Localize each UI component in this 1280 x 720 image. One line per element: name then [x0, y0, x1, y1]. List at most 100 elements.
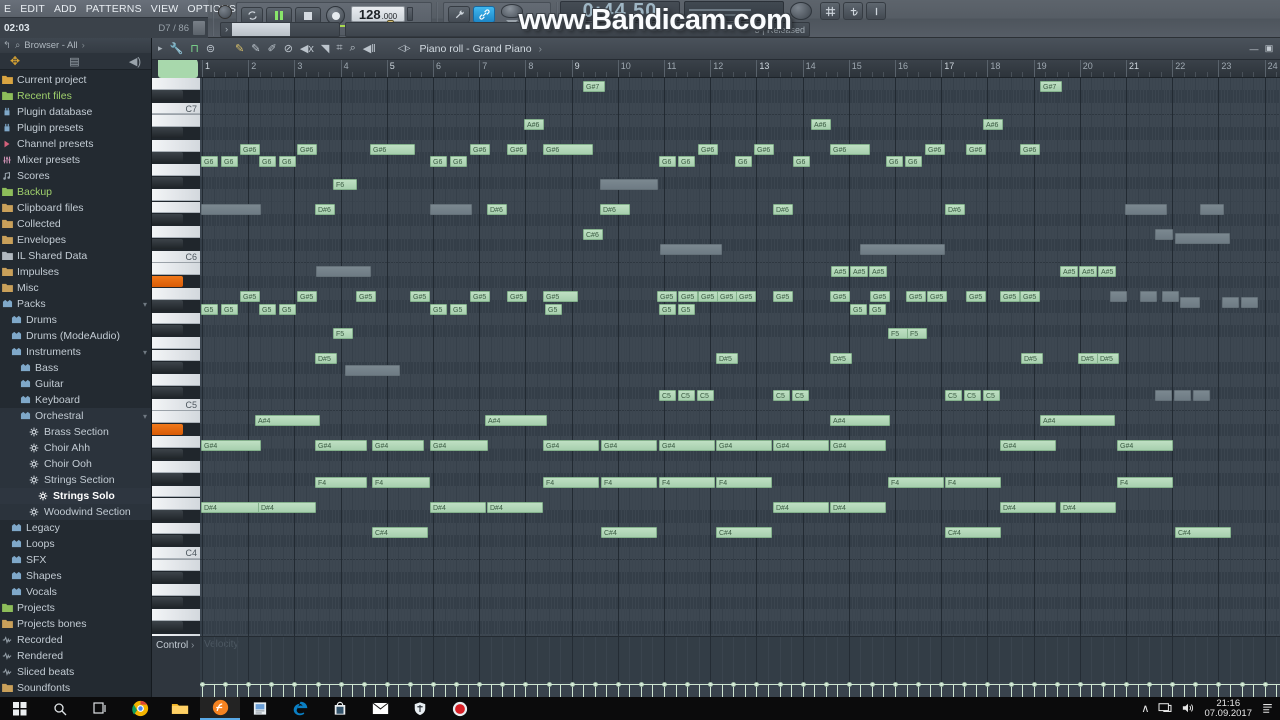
piano-roll-note[interactable]: G#6 — [966, 144, 986, 155]
piano-roll-note[interactable]: G#6 — [754, 144, 774, 155]
piano-roll-note[interactable]: G#6 — [297, 144, 317, 155]
piano-roll-note[interactable]: A#5 — [831, 266, 849, 277]
loop-marker-flag[interactable] — [158, 60, 198, 78]
piano-key-D4[interactable] — [152, 522, 200, 535]
piano-roll-note[interactable]: G5 — [450, 304, 467, 315]
menu-item-add[interactable]: ADD — [54, 3, 77, 15]
bar-ruler[interactable]: 1234567891011121314151617181920212223242… — [200, 60, 1280, 78]
browser-item-rendered[interactable]: Rendered — [0, 648, 151, 664]
piano-key-Gsharp5[interactable] — [152, 300, 183, 312]
piano-roll-note[interactable]: G#4 — [430, 440, 488, 451]
snap-grid-button[interactable] — [820, 2, 840, 20]
edge-icon[interactable] — [280, 697, 320, 720]
piano-roll-note[interactable]: A#6 — [524, 119, 544, 130]
piano-key-Csharp6[interactable] — [152, 238, 183, 250]
piano-key-Dsharp5[interactable] — [152, 362, 183, 373]
select-icon[interactable]: ⌗ — [336, 42, 342, 55]
browser-item-choir-ahh[interactable]: Choir Ahh — [0, 440, 151, 456]
piano-roll-note[interactable]: A#5 — [1060, 266, 1078, 277]
browser-item-projects-bones[interactable]: Projects bones — [0, 616, 151, 632]
browser-item-recorded[interactable]: Recorded — [0, 632, 151, 648]
browser-item-channel-presets[interactable]: Channel presets — [0, 136, 151, 152]
browser-item-vocals[interactable]: Vocals — [0, 584, 151, 600]
master-pitch-knob[interactable] — [218, 5, 232, 19]
tray-chevron-icon[interactable]: ∧ — [1141, 702, 1149, 715]
target-icon[interactable]: ⊜ — [206, 42, 215, 55]
piano-key-B5[interactable] — [152, 263, 200, 275]
piano-roll-note[interactable]: G#6 — [507, 144, 527, 155]
piano-key-A5[interactable] — [152, 287, 200, 300]
piano-roll-note[interactable]: G#4 — [543, 440, 599, 451]
piano-roll-note[interactable]: C#4 — [372, 527, 428, 538]
browser-item-keyboard[interactable]: Keyboard — [0, 392, 151, 408]
browser-item-misc[interactable]: Misc — [0, 280, 151, 296]
slice-icon[interactable]: ◥ — [321, 42, 329, 55]
piano-roll-note[interactable]: D#6 — [600, 204, 630, 215]
piano-roll-note[interactable]: A#6 — [983, 119, 1003, 130]
piano-roll-note[interactable]: G#4 — [201, 440, 261, 451]
piano-roll-note[interactable]: G6 — [735, 156, 752, 167]
piano-roll-title-chevron[interactable]: › — [539, 43, 543, 55]
piano-roll-note[interactable]: A#4 — [830, 415, 890, 426]
browser-item-orchestral[interactable]: Orchestral ▾ — [0, 408, 151, 424]
song-position-bar[interactable]: 5 | Released — [345, 22, 810, 37]
piano-key-D6[interactable] — [152, 226, 200, 238]
piano-roll-note[interactable]: C5 — [964, 390, 981, 401]
browser-item-guitar[interactable]: Guitar — [0, 376, 151, 392]
piano-key-E6[interactable] — [152, 201, 200, 214]
piano-key-Gsharp6[interactable] — [152, 152, 183, 164]
piano-roll-note[interactable]: G#4 — [1117, 440, 1173, 451]
playback-icon[interactable]: ◀‖ — [363, 42, 376, 55]
piano-roll-note[interactable]: D#4 — [1000, 502, 1056, 513]
piano-key-B6[interactable] — [152, 115, 200, 127]
piano-key-Dsharp6[interactable] — [152, 213, 183, 225]
piano-roll-note[interactable]: A#5 — [1079, 266, 1097, 277]
piano-roll-note[interactable]: G#5 — [657, 291, 677, 302]
mute-icon[interactable]: ◀x — [300, 42, 314, 55]
piano-roll-note[interactable]: D#6 — [315, 204, 335, 215]
piano-roll-note[interactable]: G#5 — [717, 291, 737, 302]
start-button[interactable] — [0, 697, 40, 720]
piano-key-B4[interactable] — [152, 411, 200, 424]
pattern-selector[interactable]: › — [220, 22, 340, 37]
piano-roll-note[interactable]: D#6 — [773, 204, 793, 215]
piano-keyboard[interactable]: C7 C6 C5 C4 — [152, 78, 200, 636]
browser-item-soundfonts[interactable]: Soundfonts — [0, 680, 151, 695]
piano-roll-note[interactable]: F5 — [907, 328, 927, 339]
piano-roll-note[interactable]: G#4 — [1000, 440, 1056, 451]
notification-icon[interactable] — [1261, 702, 1274, 716]
piano-roll-note[interactable]: G#5 — [927, 291, 947, 302]
browser-item-shapes[interactable]: Shapes — [0, 568, 151, 584]
browser-tree[interactable]: Current project Recent files Plugin databa… — [0, 70, 151, 695]
piano-roll-note[interactable]: G#5 — [1020, 291, 1040, 302]
piano-roll-note[interactable]: G5 — [221, 304, 238, 315]
back-arrow-icon[interactable]: ↰ — [3, 40, 11, 51]
piano-roll-note[interactable]: A#4 — [255, 415, 320, 426]
piano-roll-note[interactable]: G#5 — [736, 291, 756, 302]
browser-item-sfx[interactable]: SFX — [0, 552, 151, 568]
piano-roll-note[interactable]: G6 — [259, 156, 276, 167]
search-icon[interactable] — [40, 697, 80, 720]
piano-roll-note[interactable]: G#5 — [543, 291, 578, 302]
speaker-icon[interactable]: ◀) — [129, 55, 141, 68]
paint-multi-icon[interactable]: ✐ — [267, 42, 276, 55]
browser-item-clipboard-files[interactable]: Clipboard files — [0, 200, 151, 216]
piano-key-Gsharp3[interactable] — [152, 596, 183, 608]
piano-roll-note[interactable]: D#4 — [830, 502, 886, 513]
browser-item-il-shared-data[interactable]: IL Shared Data — [0, 248, 151, 264]
extra-tool-button[interactable] — [866, 2, 886, 20]
piano-key-G3[interactable] — [152, 609, 200, 621]
master-pitch-dial[interactable] — [790, 2, 812, 20]
chevron-down-icon[interactable]: ▾ — [143, 300, 147, 309]
menu-item-edit[interactable]: EDIT — [20, 3, 45, 15]
pattern-mode-button[interactable] — [843, 2, 863, 20]
piano-roll-note[interactable]: G#4 — [601, 440, 657, 451]
piano-roll-note[interactable]: F4 — [888, 477, 944, 488]
piano-roll-note[interactable]: G#5 — [966, 291, 986, 302]
piano-key-A6[interactable] — [152, 139, 200, 152]
piano-roll-note[interactable]: D#4 — [487, 502, 543, 513]
piano-roll-note[interactable]: G#5 — [356, 291, 376, 302]
piano-roll-note[interactable]: D#5 — [716, 353, 738, 364]
piano-roll-note[interactable]: D#4 — [773, 502, 829, 513]
piano-roll-note[interactable]: G#5 — [773, 291, 793, 302]
